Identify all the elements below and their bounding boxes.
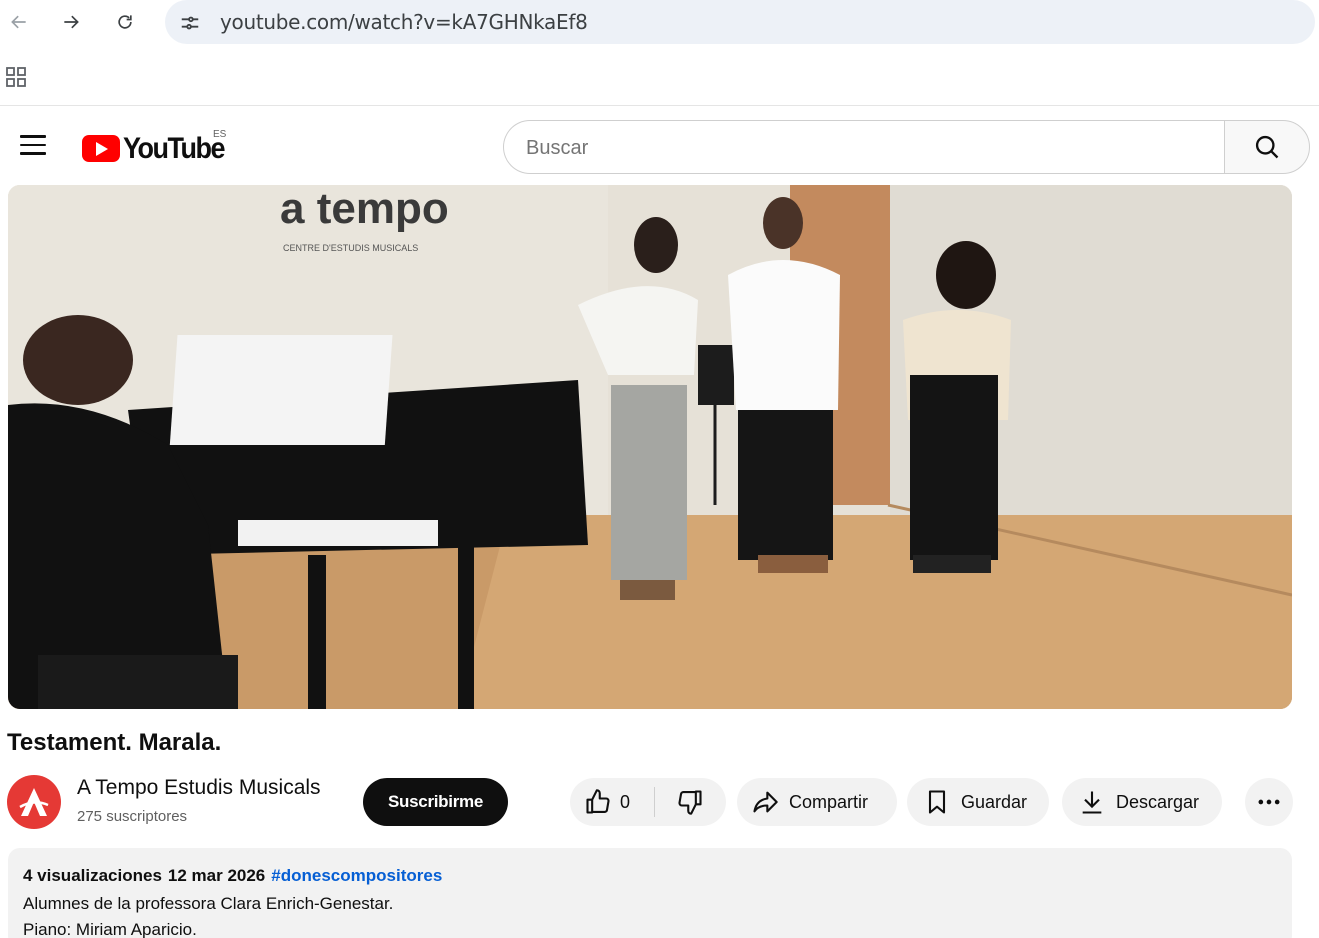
video-title: Testament. Marala. [7, 729, 222, 756]
more-actions-button[interactable] [1245, 778, 1293, 826]
address-bar[interactable]: youtube.com/watch?v=kA7GHNkaEf8 [165, 0, 1315, 44]
like-count: 0 [620, 791, 631, 812]
browser-toolbar: youtube.com/watch?v=kA7GHNkaEf8 [0, 0, 1319, 46]
site-info-icon[interactable] [179, 12, 201, 34]
channel-avatar[interactable] [7, 775, 61, 829]
apps-grid-icon[interactable] [5, 66, 27, 88]
description-box[interactable]: 4 visualizaciones 12 mar 2026 #donescompos… [8, 848, 1292, 938]
video-player[interactable]: a tempo CENTRE D'ESTUDIS MUSICALS [8, 185, 1292, 709]
like-button[interactable]: 0 [570, 778, 654, 826]
search-button[interactable] [1224, 120, 1310, 174]
more-horizontal-icon [1258, 799, 1280, 805]
share-label: Compartir [789, 791, 869, 812]
description-line: Piano: Miriam Aparicio. [23, 920, 197, 938]
search-icon [1255, 135, 1279, 159]
search-box [503, 120, 1225, 174]
subscriber-count: 275 suscriptores [77, 808, 188, 825]
download-label: Descargar [1116, 791, 1200, 812]
youtube-logo-text: YouTube [123, 131, 225, 165]
forward-icon[interactable] [57, 8, 85, 36]
share-icon [753, 791, 778, 813]
download-button[interactable]: Descargar [1062, 778, 1222, 826]
url-text: youtube.com/watch?v=kA7GHNkaEf8 [220, 10, 588, 34]
channel-logo-icon [19, 788, 49, 816]
youtube-play-icon [82, 135, 120, 162]
share-button[interactable]: Compartir [737, 778, 897, 826]
like-dislike-group: 0 [570, 778, 726, 826]
subscribe-button[interactable]: Suscribirme [363, 778, 508, 826]
hashtag-link[interactable]: #donescompositores [271, 866, 442, 885]
bookmarks-bar [0, 46, 1319, 106]
view-count: 4 visualizaciones [23, 866, 162, 885]
youtube-header: YouTube ES [0, 107, 1319, 185]
description-meta: 4 visualizaciones 12 mar 2026 #donescompos… [23, 866, 442, 886]
bookmark-icon [928, 790, 946, 814]
thumbs-up-icon [586, 789, 610, 814]
thumbs-down-icon [678, 790, 702, 815]
overlay-brand: a tempo [280, 185, 449, 233]
channel-name[interactable]: A Tempo Estudis Musicals [77, 776, 321, 800]
reload-icon[interactable] [111, 8, 139, 36]
download-icon [1082, 791, 1102, 814]
search-input[interactable] [526, 134, 1186, 162]
youtube-logo[interactable]: YouTube [82, 131, 225, 165]
upload-date: 12 mar 2026 [167, 866, 266, 885]
back-icon[interactable] [5, 8, 33, 36]
dislike-button[interactable] [655, 778, 725, 826]
video-frame: a tempo CENTRE D'ESTUDIS MUSICALS [8, 185, 1292, 709]
menu-icon[interactable] [20, 135, 46, 157]
save-button[interactable]: Guardar [907, 778, 1049, 826]
country-code: ES [213, 129, 227, 140]
description-line: Alumnes de la professora Clara Enrich-Ge… [23, 894, 394, 913]
overlay-subtitle: CENTRE D'ESTUDIS MUSICALS [283, 243, 418, 253]
save-label: Guardar [961, 791, 1028, 812]
